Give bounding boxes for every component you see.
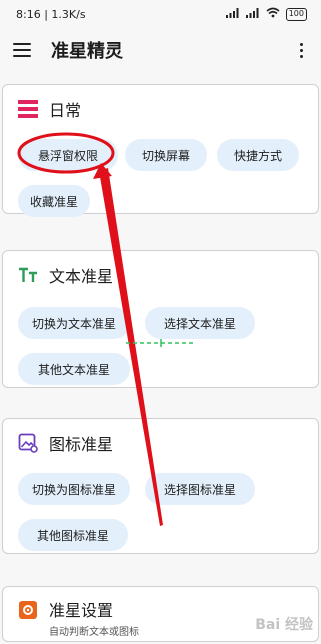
menu-icon[interactable]	[13, 43, 31, 57]
select-text-button[interactable]: 选择文本准星	[145, 307, 255, 339]
status-time: 8:16	[16, 7, 41, 21]
other-icon-button[interactable]: 其他图标准星	[18, 519, 128, 551]
more-options-icon[interactable]	[295, 42, 307, 58]
switch-screen-button[interactable]: 切换屏幕	[125, 139, 207, 171]
battery-icon: 100	[285, 7, 307, 21]
status-right: 100	[225, 7, 307, 21]
image-settings-icon	[17, 432, 39, 454]
card-daily: 日常 悬浮窗权限 切换屏幕 快捷方式 收藏准星	[2, 84, 319, 217]
settings-text: 准星设置 自动判断文本或图标	[49, 597, 139, 638]
shortcut-button[interactable]: 快捷方式	[217, 139, 299, 171]
settings-icon	[17, 599, 39, 621]
switch-to-icon-button[interactable]: 切换为图标准星	[18, 473, 130, 505]
other-text-button[interactable]: 其他文本准星	[18, 353, 130, 385]
card-settings-subtitle: 自动判断文本或图标	[49, 627, 139, 638]
card-text-crosshair: 文本准星 切换为文本准星 选择文本准星 其他文本准星	[2, 250, 319, 388]
card-daily-header: 日常	[3, 85, 318, 133]
card-daily-title: 日常	[49, 101, 82, 120]
favorite-crosshair-button[interactable]: 收藏准星	[18, 185, 90, 217]
status-left: 8:16 | 1.3K/s	[16, 7, 86, 21]
switch-to-text-button[interactable]: 切换为文本准星	[18, 307, 130, 339]
signal-icon	[225, 7, 240, 21]
list-icon	[17, 98, 39, 120]
status-bar: 8:16 | 1.3K/s 100	[0, 0, 321, 28]
network-speed: 1.3K/s	[51, 7, 86, 21]
select-icon-button[interactable]: 选择图标准星	[145, 473, 255, 505]
text-format-icon	[17, 264, 39, 286]
wifi-icon	[266, 7, 280, 21]
card-text-title: 文本准星	[49, 267, 114, 286]
card-settings-title: 准星设置	[49, 601, 114, 620]
card-icon-header: 图标准星	[3, 419, 318, 467]
app-bar: 准星精灵	[0, 28, 321, 72]
card-icon-title: 图标准星	[49, 435, 114, 454]
watermark-logo: Bai 经验	[255, 617, 313, 633]
app-title: 准星精灵	[51, 41, 123, 62]
overlay-permission-button[interactable]: 悬浮窗权限	[18, 139, 118, 171]
card-icon-crosshair: 图标准星 切换为图标准星 选择图标准星 其他图标准星	[2, 418, 319, 554]
signal-icon-2	[245, 7, 260, 21]
card-text-header: 文本准星	[3, 251, 318, 299]
